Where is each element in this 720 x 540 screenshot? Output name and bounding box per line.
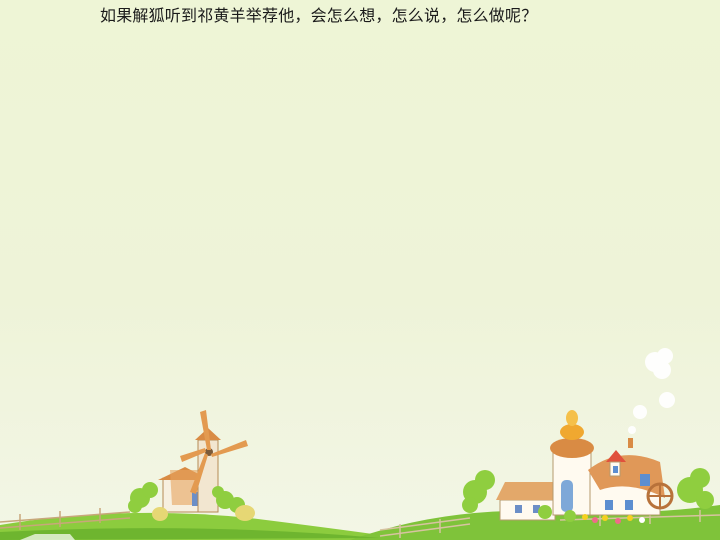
farmhouse-icon <box>496 410 674 521</box>
windmill-icon <box>158 410 248 513</box>
slide: 如果解狐听到祁黄羊举荐他，会怎么想，怎么说，怎么做呢？ <box>0 0 720 540</box>
countryside-illustration <box>0 348 720 540</box>
cloud-icon <box>628 348 675 434</box>
